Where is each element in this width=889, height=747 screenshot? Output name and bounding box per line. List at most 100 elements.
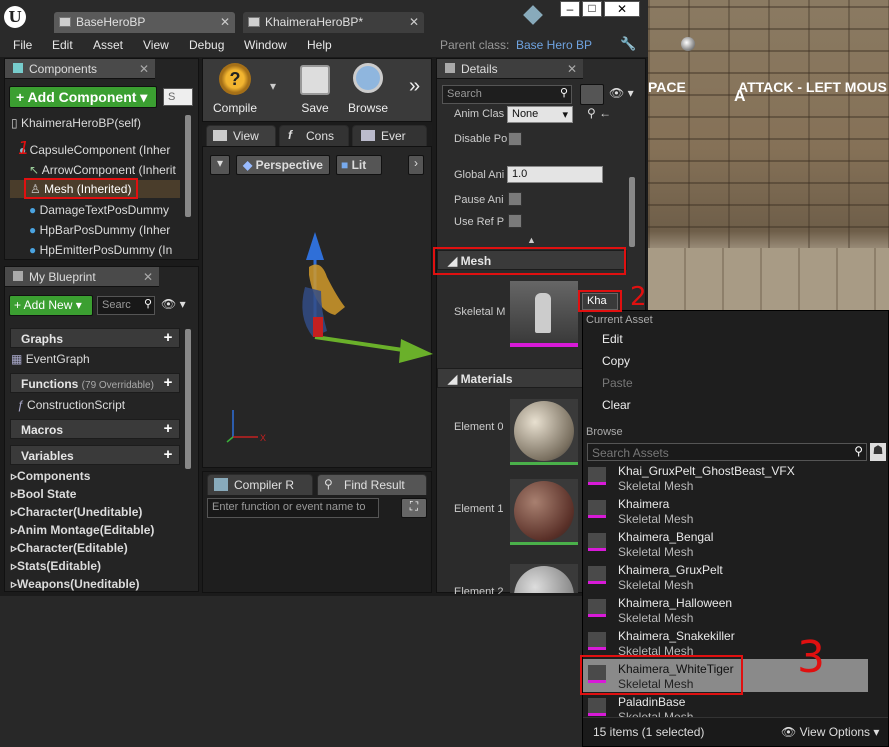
global-anim-input[interactable]: 1.0 [507, 166, 603, 183]
lit-button[interactable]: ■ Lit [336, 155, 382, 175]
parent-class-value[interactable]: Base Hero BP [516, 38, 592, 52]
components-scrollbar[interactable] [185, 115, 191, 217]
var-category[interactable]: ▹Stats(Editable) [11, 559, 101, 577]
menu-asset[interactable]: Asset [93, 38, 123, 52]
close-icon[interactable]: ✕ [220, 15, 230, 29]
details-scrollbar[interactable] [629, 177, 635, 247]
clear-menu-item[interactable]: Clear [583, 395, 888, 417]
toolbar-overflow-icon[interactable]: » [409, 75, 420, 98]
perspective-button[interactable]: ◆ Perspective [236, 155, 330, 175]
compile-button[interactable]: ? Compile [207, 61, 263, 119]
anim-class-select[interactable]: None ▾ [507, 106, 573, 123]
var-category[interactable]: ▹Weapons(Uneditable) [11, 577, 140, 595]
close-icon[interactable]: ✕ [139, 62, 149, 76]
find-input[interactable]: Enter function or event name to [207, 498, 379, 518]
tab-construction[interactable]: f Cons [279, 125, 349, 146]
asset-item[interactable]: Khaimera_GruxPelt Skeletal Mesh [583, 560, 888, 593]
asset-item[interactable]: Khaimera_Halloween Skeletal Mesh [583, 593, 888, 626]
view-options-button[interactable]: 👁 View Options ▾ [781, 725, 879, 739]
material-thumbnail-2[interactable] [510, 564, 578, 593]
close-icon[interactable]: ✕ [143, 270, 153, 284]
var-category[interactable]: ▹Character(Editable) [11, 541, 128, 559]
unreal-logo-icon[interactable]: U [4, 6, 26, 28]
section-graphs[interactable]: Graphs + [10, 328, 180, 348]
tree-item-self[interactable]: ▯ KhaimeraHeroBP(self) [11, 114, 189, 132]
maximize-button[interactable]: □ [582, 1, 602, 17]
var-category[interactable]: ▹Bool State [11, 487, 76, 505]
section-functions[interactable]: Functions (79 Overridable) + [10, 373, 180, 393]
tab-khaimeraherobp[interactable]: KhaimeraHeroBP* ✕ [242, 11, 425, 33]
viewport-options-button[interactable]: ▾ [210, 155, 230, 175]
add-new-button[interactable]: + Add New ▾ [9, 295, 93, 316]
menu-help[interactable]: Help [307, 38, 332, 52]
material-thumbnail-1[interactable] [510, 479, 578, 545]
search-icon: ⚲ [559, 87, 568, 99]
user-filter-icon[interactable]: ☗ [870, 443, 886, 461]
wrench-icon[interactable]: 🔧 [620, 36, 636, 52]
copy-menu-item[interactable]: Copy [583, 351, 888, 373]
event-graph-item[interactable]: ▦ EventGraph [11, 350, 181, 368]
tab-event-graph[interactable]: Ever [352, 125, 427, 146]
eye-icon[interactable]: 👁 ▾ [161, 297, 186, 311]
tree-item-damagetext[interactable]: ● DamageTextPosDummy [29, 201, 189, 219]
skeletal-mesh-thumbnail[interactable] [510, 281, 578, 347]
paste-menu-item[interactable]: Paste [583, 373, 888, 395]
tree-item-capsule[interactable]: ● CapsuleComponent (Inher [19, 141, 189, 159]
binoculars-button[interactable]: ⛶ [401, 498, 427, 518]
blueprint-search-input[interactable]: Searc ⚲ [97, 296, 155, 315]
browse-button[interactable]: Browse [343, 61, 393, 119]
browse-arrow-icon[interactable]: ⚲ ← [587, 106, 611, 120]
details-search-input[interactable]: Search ⚲ [442, 85, 572, 104]
menu-file[interactable]: File [13, 38, 32, 52]
tree-item-arrow[interactable]: ↖ ArrowComponent (Inherit [29, 161, 189, 179]
eye-icon[interactable]: 👁 ▾ [609, 86, 634, 100]
add-macro-icon[interactable]: + [161, 421, 175, 436]
asset-item[interactable]: Khai_GruxPelt_GhostBeast_VFX Skeletal Mes… [583, 461, 888, 494]
var-category[interactable]: ▹Components [11, 469, 90, 487]
menu-view[interactable]: View [143, 38, 169, 52]
viewport-overflow-button[interactable]: › [408, 155, 424, 175]
blueprint-scrollbar[interactable] [185, 329, 191, 469]
game-view[interactable]: PACE ATTACK - LEFT MOUS A [648, 0, 889, 330]
disable-checkbox[interactable] [508, 132, 522, 146]
global-anim-label: Global Ani [454, 169, 505, 181]
tab-compiler-results[interactable]: Compiler R [207, 474, 313, 495]
use-ref-checkbox[interactable] [508, 214, 522, 228]
edit-menu-item[interactable]: Edit [583, 329, 888, 351]
close-window-button[interactable]: ✕ [604, 1, 640, 17]
chevron-down-icon[interactable]: ▾ [270, 79, 276, 93]
tab-viewport[interactable]: View [206, 125, 276, 146]
asset-item[interactable]: Khaimera Skeletal Mesh [583, 494, 888, 527]
tree-item-hpbar[interactable]: ● HpBarPosDummy (Inher [29, 221, 189, 239]
add-function-icon[interactable]: + [161, 375, 175, 390]
skeletal-mesh-icon [588, 599, 606, 617]
asset-item[interactable]: Khaimera_Bengal Skeletal Mesh [583, 527, 888, 560]
menu-edit[interactable]: Edit [52, 38, 73, 52]
viewport[interactable]: ▾ ◆ Perspective ■ Lit › X [202, 146, 433, 468]
browse-icon [353, 63, 383, 93]
var-category[interactable]: ▹Anim Montage(Editable) [11, 523, 154, 541]
save-button[interactable]: Save [293, 61, 337, 119]
material-thumbnail-0[interactable] [510, 399, 578, 465]
close-icon[interactable]: ✕ [409, 15, 419, 29]
tree-item-hpemitter[interactable]: ● HpEmitterPosDummy (In [29, 241, 189, 259]
minimize-button[interactable]: – [560, 1, 580, 17]
tab-baseherobp[interactable]: BaseHeroBP ✕ [53, 11, 236, 33]
add-graph-icon[interactable]: + [161, 330, 175, 345]
pause-checkbox[interactable] [508, 192, 522, 206]
components-search-input[interactable]: S [163, 88, 193, 106]
menu-window[interactable]: Window [244, 38, 287, 52]
section-macros[interactable]: Macros + [10, 419, 180, 439]
section-variables[interactable]: Variables + [10, 445, 180, 465]
var-category[interactable]: ▹Character(Uneditable) [11, 505, 142, 523]
collapse-arrow-icon[interactable]: ▲ [527, 235, 536, 245]
construction-script-item[interactable]: ƒ ConstructionScript [17, 396, 187, 414]
property-matrix-button[interactable] [580, 84, 604, 105]
search-assets-input[interactable]: Search Assets ⚲ [587, 443, 867, 461]
asset-item[interactable]: PaladinBase Skeletal Mesh [583, 692, 888, 717]
tab-find-results[interactable]: ⚲ Find Result [317, 474, 427, 495]
add-component-button[interactable]: + Add Component ▾ [9, 86, 157, 108]
menu-debug[interactable]: Debug [189, 38, 224, 52]
add-variable-icon[interactable]: + [161, 447, 175, 462]
close-icon[interactable]: ✕ [567, 62, 577, 76]
